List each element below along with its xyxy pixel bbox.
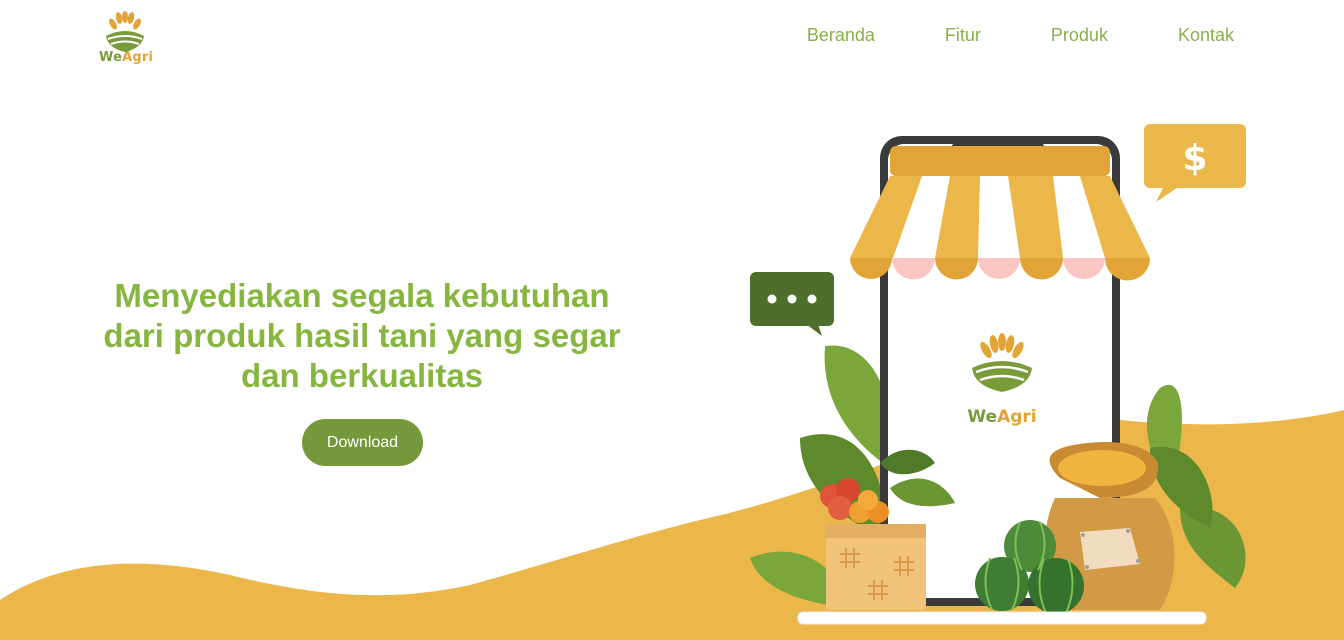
display-stand [797, 611, 1207, 625]
nav-item-kontak[interactable]: Kontak [1178, 25, 1234, 46]
phone-logo-text: WeAgri [967, 407, 1036, 427]
weagri-logo-icon [106, 11, 144, 52]
dollar-sign: $ [1182, 138, 1207, 179]
hero-title: Menyediakan segala kebutuhan dari produk… [103, 277, 621, 394]
hero-illustration: WeAgri $ [750, 124, 1246, 625]
phone-logo-part2: Agri [997, 407, 1037, 427]
nav-item-fitur[interactable]: Fitur [945, 25, 981, 46]
phone-logo-part1: We [967, 407, 997, 427]
download-button[interactable]: Download [302, 419, 423, 466]
dollar-bubble-icon: $ [1144, 124, 1246, 202]
nav-item-produk[interactable]: Produk [1051, 25, 1108, 46]
nav-item-beranda[interactable]: Beranda [807, 25, 875, 46]
chat-dots-icon [750, 272, 834, 336]
main-nav: Beranda Fitur Produk Kontak [737, 25, 1234, 46]
